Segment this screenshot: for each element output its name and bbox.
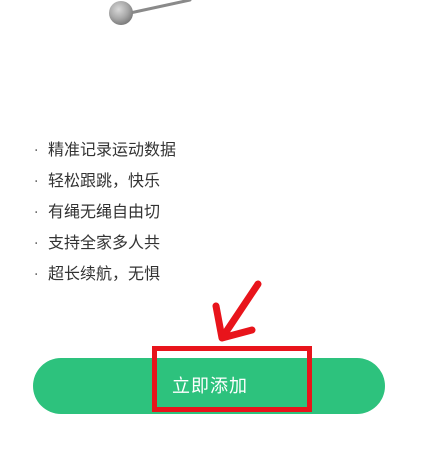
feature-text: 支持全家多人共 (48, 233, 161, 252)
feature-item: · 有绳无绳自由切 (34, 196, 194, 227)
bullet: · (34, 174, 39, 190)
feature-item: · 精准记录运动数据 (34, 134, 194, 165)
feature-text: 精准记录运动数据 (48, 140, 177, 159)
feature-item: · 支持全家多人共 (34, 227, 194, 258)
feature-text: 有绳无绳自由切 (48, 202, 161, 221)
bullet: · (34, 205, 39, 221)
feature-item: · 超长续航，无惧 (34, 258, 194, 289)
jump-rope-handle-icon (109, 0, 192, 25)
device-add-screen: · 精准记录运动数据 · 轻松跟跳，快乐 · 有绳无绳自由切 · 支持全家多人共 · 超长… (0, 0, 433, 472)
red-arrow-icon (212, 280, 262, 342)
bullet: · (34, 236, 39, 252)
feature-text: 轻松跟跳，快乐 (48, 171, 161, 190)
feature-item: · 轻松跟跳，快乐 (34, 165, 194, 196)
bullet: · (34, 143, 39, 159)
feature-text: 超长续航，无惧 (48, 264, 161, 283)
bullet: · (34, 267, 39, 283)
add-now-button-label: 立即添加 (172, 376, 248, 396)
add-now-button[interactable]: 立即添加 (33, 358, 385, 414)
feature-list: · 精准记录运动数据 · 轻松跟跳，快乐 · 有绳无绳自由切 · 支持全家多人共 · 超长… (34, 134, 194, 289)
